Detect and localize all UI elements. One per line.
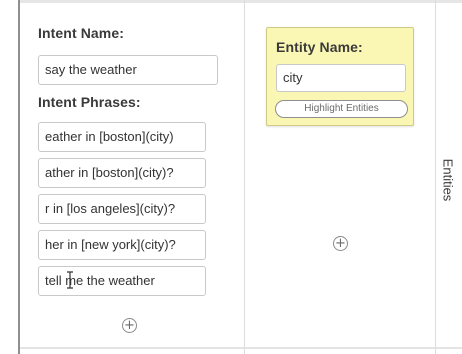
intent-phrase-input[interactable]: r in [los angeles](city)? <box>38 194 206 224</box>
intent-name-heading: Intent Name: <box>38 25 124 41</box>
column-divider <box>244 0 245 354</box>
panel-top-border <box>18 0 462 3</box>
left-panel-border <box>18 0 20 354</box>
highlight-entities-button[interactable]: Highlight Entities <box>275 100 408 118</box>
entity-name-input[interactable]: city <box>276 64 406 92</box>
intent-phrase-input[interactable]: ather in [boston](city)? <box>38 158 206 188</box>
add-entity-button[interactable]: + <box>333 236 348 251</box>
panel-bottom-border <box>18 347 462 349</box>
entity-name-heading: Entity Name: <box>276 39 363 55</box>
intent-phrase-input[interactable]: eather in [boston](city) <box>38 122 206 152</box>
add-phrase-button[interactable]: + <box>122 318 137 333</box>
intent-phrase-input[interactable]: her in [new york](city)? <box>38 230 206 260</box>
plus-circle-icon: + <box>335 236 346 251</box>
intent-name-input[interactable]: say the weather <box>38 55 218 85</box>
intent-phrases-heading: Intent Phrases: <box>38 94 141 110</box>
plus-circle-icon: + <box>124 318 135 333</box>
intent-phrase-input[interactable]: tell me the weather <box>38 266 206 296</box>
text-cursor-icon <box>67 271 73 289</box>
entity-card: Entity Name: city Highlight Entities <box>266 27 414 126</box>
entities-tab-label: Entities <box>440 158 456 202</box>
entities-side-tab[interactable]: Entities <box>436 150 460 210</box>
